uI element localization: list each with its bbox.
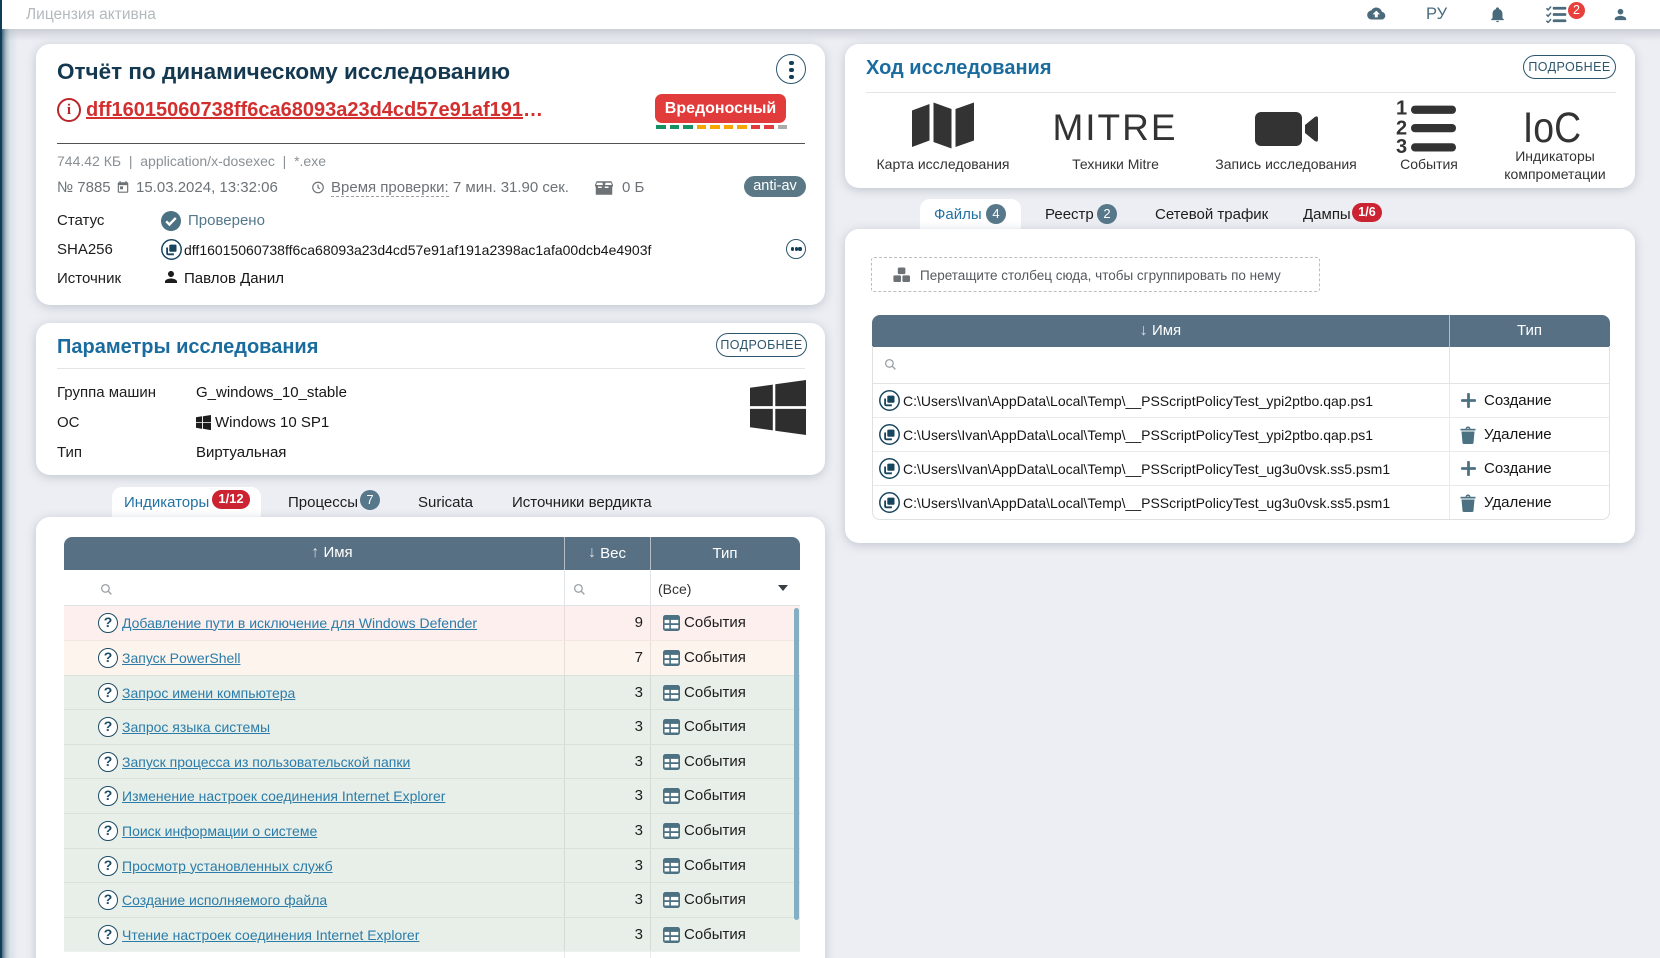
svg-text:3: 3 [1396, 136, 1407, 153]
svg-text:1: 1 [1396, 100, 1407, 119]
